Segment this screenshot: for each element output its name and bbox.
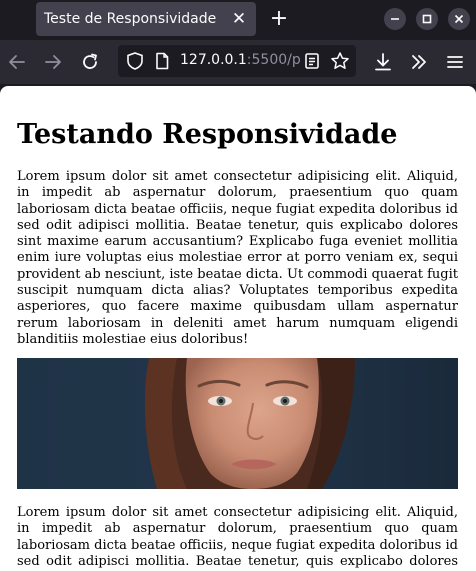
tab-active[interactable]: Teste de Responsividade ✕ (36, 2, 256, 36)
minimize-icon[interactable] (384, 8, 406, 30)
tab-title: Teste de Responsividade (44, 11, 217, 27)
hamburger-menu-icon[interactable] (444, 51, 466, 73)
portrait-photo (17, 358, 458, 489)
plus-icon[interactable]: + (266, 6, 292, 32)
star-icon[interactable] (330, 51, 350, 75)
download-icon[interactable] (372, 51, 394, 73)
maximize-icon[interactable] (416, 8, 438, 30)
url-path: :5500/p (246, 52, 301, 68)
portrait-image (17, 358, 458, 489)
url-text[interactable]: 127.0.0.1:5500/p (180, 52, 301, 68)
paragraph-2: Lorem ipsum dolor sit amet consectetur a… (17, 505, 458, 571)
page-icon[interactable] (154, 52, 170, 74)
chevron-double-right-icon[interactable] (408, 51, 430, 73)
tab-strip: Teste de Responsividade ✕ + (0, 0, 476, 40)
page-content: Testando Responsividade Lorem ipsum dolo… (0, 86, 476, 571)
arrow-right-icon[interactable] (42, 51, 64, 73)
paragraph-1: Lorem ipsum dolor sit amet consectetur a… (17, 169, 458, 347)
page-title: Testando Responsividade (17, 119, 398, 150)
reader-view-icon[interactable] (304, 52, 320, 74)
reload-icon[interactable] (79, 51, 101, 73)
navigation-toolbar: 127.0.0.1:5500/p (0, 40, 476, 84)
url-host: 127.0.0.1 (180, 52, 247, 68)
close-icon[interactable]: ✕ (228, 8, 250, 30)
url-bar[interactable]: 127.0.0.1:5500/p (118, 45, 356, 77)
close-window-icon[interactable] (448, 8, 470, 30)
shield-icon[interactable] (126, 51, 144, 75)
arrow-left-icon[interactable] (6, 51, 28, 73)
